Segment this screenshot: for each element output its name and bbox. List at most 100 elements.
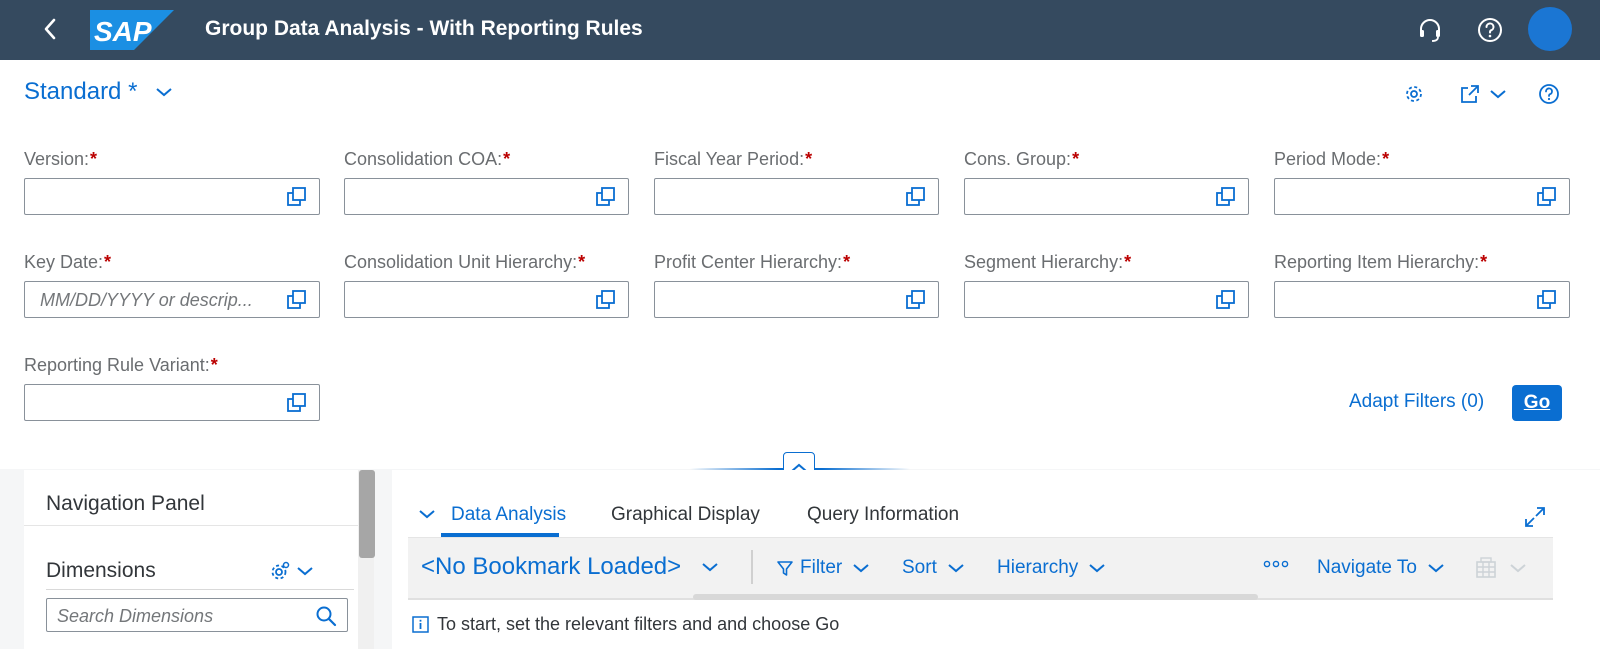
app-title: Group Data Analysis - With Reporting Rul…: [205, 17, 643, 40]
share-icon: [1461, 85, 1479, 103]
sap-logo-text: SAP: [94, 16, 152, 47]
value-help-icon[interactable]: [286, 289, 308, 311]
hierarchy-menu-button[interactable]: Hierarchy: [997, 557, 1106, 579]
info-message: To start, set the relevant filters and a…: [412, 614, 839, 635]
reporting-item-hierarchy-label: Reporting Item Hierarchy:*: [1274, 252, 1488, 272]
share-button[interactable]: [1455, 80, 1511, 108]
chevron-down-icon: [1089, 564, 1105, 573]
user-avatar[interactable]: [1528, 7, 1572, 51]
value-help-icon[interactable]: [905, 186, 927, 208]
back-button[interactable]: [36, 15, 64, 43]
filter-menu-button[interactable]: Filter: [776, 557, 870, 579]
chevron-down-icon: [948, 564, 964, 573]
search-icon[interactable]: [314, 604, 338, 628]
version-field[interactable]: [24, 178, 320, 215]
toolbar-separator: [751, 550, 753, 584]
chevron-down-icon: [297, 567, 313, 576]
value-help-icon[interactable]: [595, 186, 617, 208]
consolidation-coa-label: Consolidation COA:*: [344, 149, 511, 169]
sort-label: Sort: [902, 557, 937, 578]
help-icon: [1478, 18, 1502, 42]
consolidation-coa-field[interactable]: [344, 178, 629, 215]
sap-logo[interactable]: SAP: [90, 10, 174, 50]
info-icon: [412, 616, 429, 633]
search-placeholder: Search Dimensions: [57, 606, 214, 626]
chevron-down-icon[interactable]: [418, 508, 436, 520]
help-button[interactable]: [1475, 15, 1505, 45]
page-help-button[interactable]: [1535, 80, 1563, 108]
chevron-down-icon: [1428, 564, 1444, 573]
fiscal-year-period-field[interactable]: [654, 178, 939, 215]
chevron-down-icon: [702, 563, 718, 572]
key-date-label: Key Date:*: [24, 252, 112, 272]
profit-center-hierarchy-label: Profit Center Hierarchy:*: [654, 252, 851, 272]
tab-data-analysis[interactable]: Data Analysis: [451, 504, 566, 526]
analysis-content: Data Analysis Graphical Display Query In…: [392, 470, 1600, 649]
tab-query-information[interactable]: Query Information: [807, 504, 959, 526]
fiscal-year-period-label: Fiscal Year Period:*: [654, 149, 813, 169]
hierarchy-label: Hierarchy: [997, 557, 1079, 578]
analysis-toolbar: <No Bookmark Loaded> Filter Sort Hierarc…: [408, 538, 1553, 600]
more-icon: [1263, 560, 1289, 568]
value-help-icon[interactable]: [1215, 186, 1237, 208]
segment-hierarchy-field[interactable]: [964, 281, 1249, 318]
value-help-icon[interactable]: [1536, 289, 1558, 311]
toolbar-scrollbar[interactable]: [693, 594, 1258, 600]
back-icon: [44, 18, 56, 40]
variant-selector[interactable]: Standard *: [24, 78, 173, 106]
consolidation-unit-hierarchy-field[interactable]: [344, 281, 629, 318]
navigate-to-menu-button[interactable]: Navigate To: [1317, 557, 1445, 579]
value-help-icon[interactable]: [286, 392, 308, 414]
chevron-down-icon: [853, 564, 869, 573]
reporting-rule-variant-label: Reporting Rule Variant:*: [24, 355, 218, 375]
navigation-panel: Navigation Panel Dimensions Search Dimen…: [24, 470, 369, 649]
headset-button[interactable]: [1415, 15, 1445, 45]
divider: [46, 589, 354, 590]
period-mode-label: Period Mode:*: [1274, 149, 1390, 169]
shell-bar: SAP Group Data Analysis - With Reporting…: [0, 0, 1600, 60]
profit-center-hierarchy-field[interactable]: [654, 281, 939, 318]
settings-icon: [1406, 86, 1422, 102]
consolidation-unit-hierarchy-label: Consolidation Unit Hierarchy:*: [344, 252, 586, 272]
fullscreen-icon[interactable]: [1523, 505, 1547, 529]
value-help-icon[interactable]: [595, 289, 617, 311]
info-message-text: To start, set the relevant filters and a…: [437, 614, 840, 634]
search-dimensions-input[interactable]: Search Dimensions: [46, 598, 348, 632]
tab-graphical-display[interactable]: Graphical Display: [611, 504, 760, 526]
bookmark-label: <No Bookmark Loaded>: [421, 553, 682, 580]
settings-icon: [271, 561, 290, 580]
scrollbar-thumb[interactable]: [359, 470, 375, 558]
go-button[interactable]: Go: [1512, 385, 1562, 421]
value-help-icon[interactable]: [1215, 289, 1237, 311]
filter-icon: [777, 561, 793, 576]
table-settings-button[interactable]: [1475, 557, 1527, 579]
key-date-field[interactable]: MM/DD/YYYY or descrip...: [24, 281, 320, 318]
navigation-panel-title: Navigation Panel: [46, 492, 205, 515]
version-label: Version:*: [24, 149, 98, 169]
cons-group-field[interactable]: [964, 178, 1249, 215]
reporting-item-hierarchy-field[interactable]: [1274, 281, 1570, 318]
help-icon: [1539, 84, 1559, 104]
sort-menu-button[interactable]: Sort: [902, 557, 965, 579]
reporting-rule-variant-field[interactable]: [24, 384, 320, 421]
bookmark-selector[interactable]: <No Bookmark Loaded>: [421, 553, 719, 581]
period-mode-field[interactable]: [1274, 178, 1570, 215]
variant-name: Standard *: [24, 78, 138, 105]
chevron-down-icon: [1510, 564, 1526, 573]
dimensions-title: Dimensions: [46, 559, 156, 582]
navigate-to-label: Navigate To: [1317, 557, 1417, 578]
value-help-icon[interactable]: [905, 289, 927, 311]
adapt-filters-button[interactable]: Adapt Filters (0): [1349, 391, 1484, 413]
table-icon: [1476, 557, 1496, 578]
settings-button[interactable]: [1400, 80, 1428, 108]
chevron-down-icon: [1490, 90, 1506, 99]
overflow-button[interactable]: [1263, 559, 1289, 569]
value-help-icon[interactable]: [1536, 186, 1558, 208]
divider: [24, 525, 369, 526]
dimensions-settings-button[interactable]: [270, 558, 324, 584]
filter-label: Filter: [800, 557, 843, 578]
value-help-icon[interactable]: [286, 186, 308, 208]
chevron-down-icon: [156, 88, 173, 97]
headset-icon: [1420, 19, 1440, 42]
segment-hierarchy-label: Segment Hierarchy:*: [964, 252, 1132, 272]
